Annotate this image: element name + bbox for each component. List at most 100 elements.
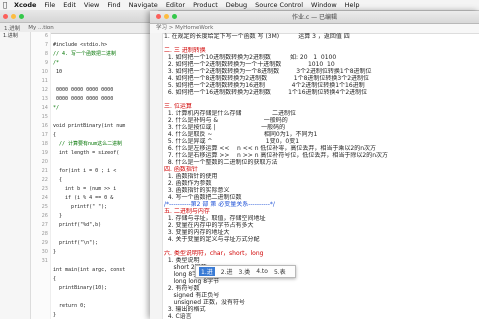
text-line: 4. 如何把一个8进制数转换为2进制数 1个8进制位转换3个2进制位 — [164, 75, 370, 82]
line-number: 13 — [41, 96, 48, 102]
code-line: printf(" "); — [53, 204, 108, 210]
line-number: 25 — [41, 204, 48, 210]
text-line — [164, 243, 476, 250]
text-line: 三. 位运算 — [164, 103, 192, 110]
menu-edit[interactable]: Edit — [59, 1, 80, 9]
text-line: 4. C语言 — [164, 313, 192, 319]
text-line: 1. 函数指针的使用 — [164, 173, 218, 180]
autocomplete-item[interactable]: 5.表 — [274, 267, 286, 276]
menu-view[interactable]: View — [80, 1, 103, 9]
code-line: printf("\n"); — [53, 240, 99, 246]
menu-window[interactable]: Window — [307, 1, 341, 9]
line-number: 22 — [41, 177, 48, 183]
code-line: } — [53, 249, 57, 255]
text-line: 2. 函数作为参数 — [164, 180, 212, 187]
line-number: 18 — [41, 141, 48, 147]
text-line: 3. 如何把一个2进制数转换为一个8进制数 3个2进制位转换1个8进制位 — [164, 68, 372, 75]
line-number: 20 — [41, 159, 48, 165]
menu-editor[interactable]: Editor — [162, 1, 189, 9]
code-line: 0000 0000 0000 0000 — [53, 87, 114, 93]
autocomplete-item[interactable]: 4.to — [256, 268, 268, 275]
text-line: 3. 函数指针的实际意义 — [164, 187, 230, 194]
line-number: 27 — [41, 222, 48, 228]
line-number: 19 — [41, 150, 48, 156]
line-number: 11 — [41, 78, 48, 84]
code-line: void printBinary(int num — [53, 123, 126, 129]
text-line: 3. 变量的内存的地址大 — [164, 229, 230, 236]
text-line: 二. 三 进制转换 — [164, 47, 206, 54]
autocomplete-item[interactable]: 3.类 — [238, 267, 250, 276]
line-number: 14 — [41, 105, 48, 111]
line-number: 9 — [44, 60, 48, 66]
code-line: } — [53, 312, 57, 318]
minimize-icon[interactable] — [11, 13, 16, 19]
line-number: 12 — [41, 87, 48, 93]
menu-debug[interactable]: Debug — [222, 1, 251, 9]
text-editor-window: 作业.c — 已编辑 学习 > MyHomeWork 1. 在规定的长度给定下写… — [150, 11, 479, 319]
code-line: // 计算要有num这么二进制 — [53, 141, 123, 147]
code-line: } — [53, 213, 63, 219]
autocomplete-item[interactable]: 1.进 — [199, 267, 215, 276]
line-number: 8 — [44, 51, 48, 57]
text-line — [164, 40, 476, 47]
autocomplete-popup[interactable]: 1.进 2.进 3.类 4.to 5.表 — [195, 265, 296, 278]
line-number: 15 — [41, 114, 48, 120]
tab-project[interactable]: 1.进制 — [0, 24, 24, 32]
text-line: 5. 什么是异或 ^ 1变0，0变1 — [164, 138, 300, 145]
text-line: 3. 输出的格式 — [164, 306, 206, 313]
line-number: 7 — [44, 42, 48, 48]
text-line: 4. 写一个函数把二进制位数 — [164, 194, 242, 201]
text-line: 2. 变量在内存中的字节占有多大 — [164, 222, 254, 229]
xcode-window: 1.进制 My ...tion 1.进制 6 7 8 9 10 11 12 13 14 15 16 1… — [0, 10, 159, 319]
line-number: 24 — [41, 195, 48, 201]
menu-find[interactable]: Find — [103, 1, 124, 9]
code-line: 0000 0000 0000 0000 — [53, 96, 114, 102]
text-line: 1. 在规定的长度给定下写一个函数 写 (3M) 运算 3 ，返回值 四 — [164, 33, 350, 40]
text-line: 1. 类型说明 — [164, 257, 200, 264]
code-line: 10 — [53, 69, 63, 75]
line-number: 23 — [41, 186, 48, 192]
line-number: 28 — [41, 231, 48, 237]
menu-navigate[interactable]: Navigate — [125, 1, 162, 9]
editor-titlebar: 作业.c — 已编辑 — [150, 11, 479, 24]
code-line: int main(int argc, const — [53, 267, 126, 273]
text-line: 1. 计算机内存储是什么存储 二进制位 — [164, 110, 296, 117]
text-line: 2. 如何把一个2进制数转换为一个十进制数 1010 10 — [164, 61, 335, 68]
text-line: 6. 什么是左移运算 << n << n 低位补零，高位丢弃，相当于乘以2的n次… — [164, 145, 377, 152]
code-editor[interactable]: #include <stdio.h> // 4. 写一个函数把二进制 /* 10 0… — [51, 32, 158, 319]
menu-help[interactable]: Help — [341, 1, 364, 9]
text-line: 3. 什么是按位或 | 一般码的 — [164, 124, 286, 131]
zoom-icon[interactable] — [19, 13, 24, 19]
text-line: 1. 如何把一个10进制数转换为2进制数 如: 20 1 0100 — [164, 54, 337, 61]
code-line: */ — [53, 105, 60, 111]
line-number: 21 — [41, 168, 48, 174]
navigator-item[interactable]: 1.进制 — [0, 32, 30, 40]
line-number: 6 — [44, 33, 48, 39]
menu-file[interactable]: File — [40, 1, 59, 9]
text-line: 5. 如何把一个2进制数转换为16进制 4个2进制位转换1个16进制 — [164, 82, 365, 89]
menu-product[interactable]: Product — [189, 1, 222, 9]
text-line: 7. 什么是右移运算 >> n >> n 高位补符号位，低位丢弃，相当于除以2的… — [164, 152, 389, 159]
text-line: 2. 什么是补码与 & 一般码的 — [164, 117, 288, 124]
line-number: 26 — [41, 213, 48, 219]
menu-source-control[interactable]: Source Control — [251, 1, 307, 9]
text-line: unsigned 正数，没有符号 — [164, 299, 245, 306]
menu-xcode[interactable]: Xcode — [10, 1, 40, 9]
text-line: /*----------第2 部 第 必变量关系----------*/ — [164, 201, 275, 208]
autocomplete-item[interactable]: 2.进 — [221, 267, 233, 276]
code-line: { — [53, 276, 57, 282]
line-number: 29 — [41, 240, 48, 246]
tab-file[interactable]: My ...tion — [24, 25, 58, 31]
line-number: 10 — [41, 69, 48, 75]
close-icon[interactable] — [3, 13, 8, 19]
apple-icon[interactable]:  — [0, 1, 10, 9]
text-line: signed 有正负号 — [164, 292, 220, 299]
code-line: printf("%d",b) — [53, 222, 102, 228]
code-line: printBinary(10); — [53, 285, 108, 291]
code-line: if (i % 4 == 0 & — [53, 195, 114, 201]
